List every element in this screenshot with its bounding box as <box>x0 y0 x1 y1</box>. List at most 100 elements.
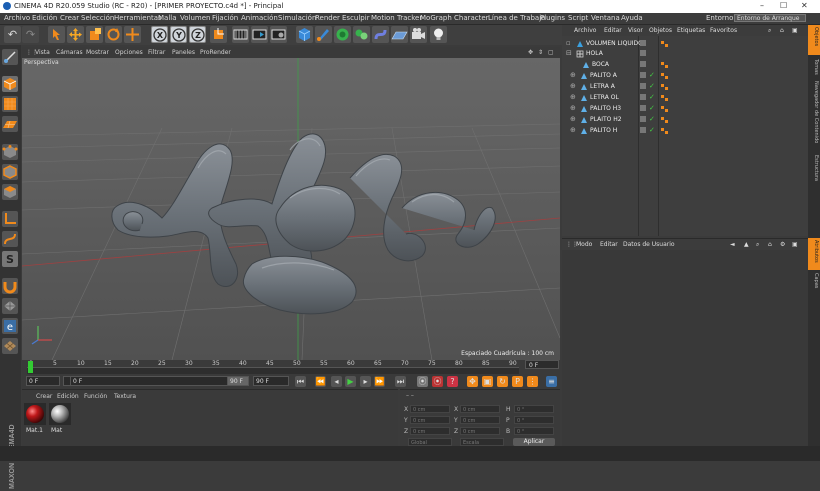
coord-position-z[interactable]: 0 cm <box>410 427 450 435</box>
attr-menu-editar[interactable]: Editar <box>600 241 618 248</box>
expand-icon[interactable]: ⊕ <box>570 71 576 79</box>
object-row[interactable]: ⊕ PALITO H ✓ <box>562 126 808 136</box>
light-icon[interactable] <box>430 26 447 43</box>
start-frame-field[interactable]: 0 F <box>26 376 60 386</box>
next-frame-icon[interactable]: ▸ <box>360 376 371 387</box>
menu-render[interactable]: Render <box>315 14 340 22</box>
tag-icon[interactable] <box>661 83 669 91</box>
enabled-check-icon[interactable]: ✓ <box>649 71 655 79</box>
coord-size-x[interactable]: 0 cm <box>460 405 500 413</box>
attr-menu-modo[interactable]: Modo <box>576 241 592 248</box>
z-axis-icon[interactable]: Z <box>189 26 206 43</box>
menu-script[interactable]: Script <box>568 14 588 22</box>
expand-icon[interactable]: ▫ <box>566 39 571 47</box>
visibility-dots[interactable] <box>640 83 646 89</box>
menu-ayuda[interactable]: Ayuda <box>621 14 643 22</box>
menu-simulacion[interactable]: Simulación <box>278 14 316 22</box>
coordinate-scale-select[interactable]: Escala <box>460 438 504 446</box>
object-row[interactable]: ⊕ PALITO A ✓ <box>562 71 808 81</box>
polygons-mode-icon[interactable] <box>2 184 18 200</box>
grid-planes-icon[interactable] <box>2 338 18 354</box>
object-row[interactable]: ⊟ HOLA <box>562 49 808 59</box>
move-tool-icon[interactable] <box>67 26 84 43</box>
floor-icon[interactable] <box>391 26 408 43</box>
visibility-dots[interactable] <box>640 50 646 56</box>
viewport-menu-paneles[interactable]: Paneles <box>172 49 195 56</box>
coordinate-system-icon[interactable] <box>210 26 227 43</box>
previous-frame-icon[interactable]: ◂ <box>331 376 342 387</box>
tag-icon[interactable] <box>661 72 669 80</box>
viewport-menu-filtrar[interactable]: Filtrar <box>148 49 165 56</box>
enable-axis-icon[interactable] <box>2 211 18 227</box>
subdivision-surface-icon[interactable] <box>334 26 351 43</box>
cube-icon[interactable] <box>296 26 313 43</box>
settings-icon[interactable]: ⚙ <box>780 241 785 248</box>
menu-fijacion[interactable]: Fijación <box>212 14 238 22</box>
next-key-icon[interactable]: ⏩ <box>374 376 385 387</box>
object-menu-archivo[interactable]: Archivo <box>574 27 596 34</box>
visibility-dots[interactable] <box>640 116 646 122</box>
locked-workplane-icon[interactable]: e <box>2 318 18 334</box>
workplane-lock-icon[interactable] <box>2 298 18 314</box>
search-icon[interactable]: ⌕ <box>756 241 759 249</box>
attr-menu-datos-de-usuario[interactable]: Datos de Usuario <box>623 241 675 248</box>
key-pla-icon[interactable]: ⋮ <box>527 376 538 387</box>
expand-icon[interactable]: ⊕ <box>570 93 576 101</box>
rotate-tool-icon[interactable] <box>105 26 122 43</box>
visibility-dots[interactable] <box>640 127 646 133</box>
layout-select[interactable]: Entorno de Arranque <box>734 14 806 22</box>
object-row[interactable]: ⊕ PLAITO H2 ✓ <box>562 115 808 125</box>
tag-icon[interactable] <box>661 127 669 135</box>
snap-icon[interactable]: S <box>2 251 18 267</box>
tab-tomas[interactable]: Tomas <box>809 59 819 75</box>
material-swatch[interactable] <box>24 403 46 425</box>
menu-esculpir[interactable]: Esculpir <box>342 14 370 22</box>
tag-icon[interactable] <box>661 40 669 48</box>
enabled-check-icon[interactable]: ✓ <box>649 93 655 101</box>
enabled-check-icon[interactable]: ✓ <box>649 82 655 90</box>
key-rotation-icon[interactable]: ↻ <box>497 376 508 387</box>
object-row[interactable]: BOCA <box>562 60 808 70</box>
render-settings-icon[interactable] <box>270 26 287 43</box>
coord-rotation-p[interactable]: 0 ° <box>514 416 554 424</box>
select-tool-icon[interactable] <box>48 26 65 43</box>
object-row[interactable]: ⊕ PALITO H3 ✓ <box>562 104 808 114</box>
apply-button[interactable]: Aplicar <box>513 438 555 446</box>
tab-estructura[interactable]: Estructura <box>809 155 819 181</box>
points-mode-icon[interactable] <box>2 144 18 160</box>
menu-volumen[interactable]: Volumen <box>180 14 210 22</box>
timeline-settings-icon[interactable]: ≡ <box>546 376 557 387</box>
range-end-slider[interactable]: 90 F <box>227 376 249 386</box>
menu-ventana[interactable]: Ventana <box>591 14 620 22</box>
tag-icon[interactable] <box>661 61 669 69</box>
maximize-view-icon[interactable]: ▢ <box>548 49 554 56</box>
viewport-menu-vista[interactable]: Vista <box>35 49 50 56</box>
visibility-dots[interactable] <box>640 40 646 46</box>
back-arrow-icon[interactable]: ◄ <box>730 241 735 248</box>
keyframe-selection-icon[interactable]: ? <box>447 376 458 387</box>
lock-icon[interactable]: ⌂ <box>768 241 772 248</box>
menu-archivo[interactable]: Archivo <box>4 14 30 22</box>
tag-icon[interactable] <box>661 94 669 102</box>
viewport-menu-prorender[interactable]: ProRender <box>200 49 231 56</box>
go-to-start-icon[interactable]: ⏮ <box>295 376 306 387</box>
minimize-icon[interactable]: – <box>760 1 764 10</box>
object-menu-visor[interactable]: Visor <box>628 27 643 34</box>
key-position-icon[interactable]: ✥ <box>467 376 478 387</box>
pen-icon[interactable] <box>315 26 332 43</box>
end-frame-field[interactable]: 90 F <box>253 376 289 386</box>
material-menu-crear[interactable]: Crear <box>36 393 52 400</box>
move-view-icon[interactable]: ✥ <box>528 49 533 56</box>
transform-tool-icon[interactable] <box>124 26 141 43</box>
play-icon[interactable]: ▶ <box>345 376 356 387</box>
collapse-icon[interactable]: ⊟ <box>566 49 572 57</box>
search-icon[interactable]: ⌕ <box>768 27 771 35</box>
tab-capas[interactable]: Capas <box>809 273 819 288</box>
tweak-mode-icon[interactable] <box>2 231 18 247</box>
menu-crear[interactable]: Crear <box>60 14 79 22</box>
edges-mode-icon[interactable] <box>2 164 18 180</box>
current-frame-field[interactable]: 0 F <box>525 360 559 369</box>
viewport-menu-camaras[interactable]: Cámaras <box>56 49 83 56</box>
coord-size-y[interactable]: 0 cm <box>460 416 500 424</box>
object-row[interactable]: ▫ VOLUMEN LIQUIDO <box>562 39 808 49</box>
